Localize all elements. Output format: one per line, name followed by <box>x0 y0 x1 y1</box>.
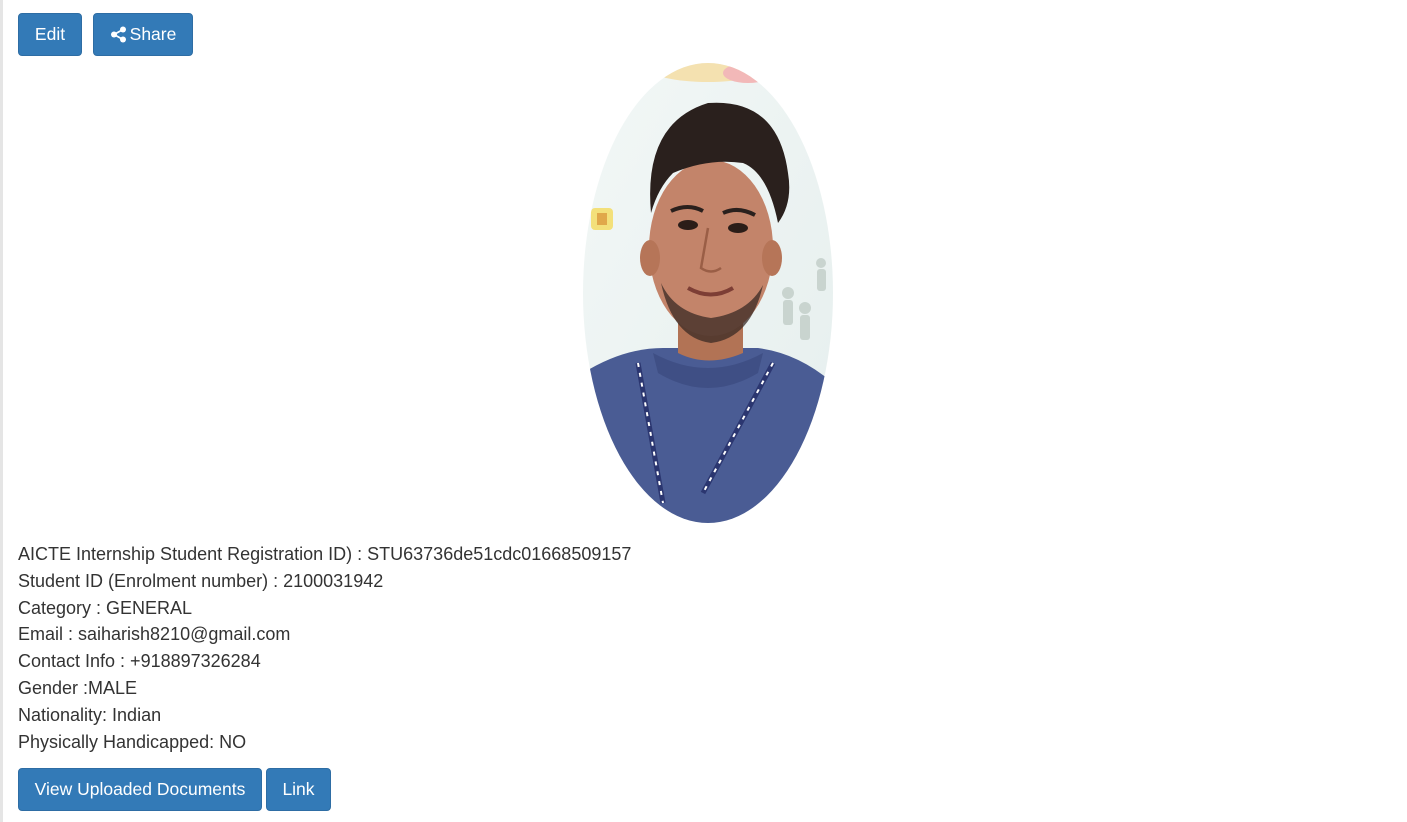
link-button[interactable]: Link <box>266 768 331 811</box>
registration-id-text: AICTE Internship Student Registration ID… <box>18 544 632 564</box>
student-id-text: Student ID (Enrolment number) : 21000319… <box>18 570 384 591</box>
share-button-label: Share <box>129 23 177 44</box>
profile-page: Edit Share AICTE Internship Student Regi… <box>0 0 1407 822</box>
handicapped-text: Physically Handicapped: NO <box>18 731 247 752</box>
gender-text: Gender :MALE <box>18 677 138 698</box>
view-uploaded-documents-button[interactable]: View Uploaded Documents <box>18 768 262 811</box>
edit-button-label: Edit <box>34 23 66 44</box>
contact-text: Contact Info : +918897326284 <box>18 651 261 672</box>
profile-photo <box>583 63 833 523</box>
nationality-text: Nationality: Indian <box>18 704 162 725</box>
link-button-label: Link <box>282 778 315 799</box>
share-icon <box>110 26 126 43</box>
category-text: Category : GENERAL <box>18 597 193 618</box>
profile-photo-image <box>583 63 833 523</box>
share-button[interactable]: Share <box>93 13 193 56</box>
email-text: Email : saiharish8210@gmail.com <box>18 624 291 645</box>
profile-info: AICTE Internship Student Registration ID… <box>18 541 631 755</box>
view-documents-label: View Uploaded Documents <box>34 778 246 799</box>
edit-button[interactable]: Edit <box>18 13 82 56</box>
